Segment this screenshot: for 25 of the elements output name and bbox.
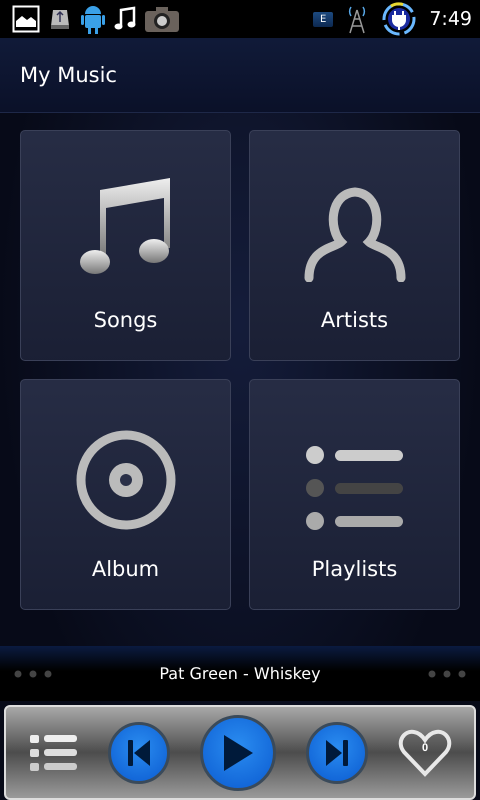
category-tile[interactable]: Album [20, 379, 231, 610]
list-icon [304, 445, 404, 531]
page-dots-icon [14, 670, 52, 678]
heart-icon [398, 728, 452, 778]
track-title: Pat Green - Whiskey [159, 664, 321, 683]
camera-icon [144, 5, 180, 33]
skip-previous-icon [126, 738, 152, 768]
category-tile[interactable]: Songs [20, 130, 231, 361]
battery-charging-icon [381, 1, 418, 37]
favorites-button[interactable]: 0 [398, 728, 452, 778]
queue-button[interactable] [30, 734, 78, 772]
clock-time: 7:49 [429, 8, 472, 30]
usb-drive-icon [48, 7, 72, 31]
page-dots-icon [428, 670, 466, 678]
disc-icon [74, 429, 176, 531]
music-note-icon [114, 6, 136, 32]
category-tile[interactable]: Playlists [249, 379, 460, 610]
page-title: My Music [20, 63, 117, 87]
play-icon [222, 732, 254, 772]
category-tile[interactable]: Artists [249, 130, 460, 361]
person-outline-icon [302, 186, 406, 282]
skip-next-icon [324, 738, 350, 768]
list-icon [30, 734, 78, 772]
network-type-badge: E [313, 12, 334, 26]
picture-icon [12, 5, 40, 33]
